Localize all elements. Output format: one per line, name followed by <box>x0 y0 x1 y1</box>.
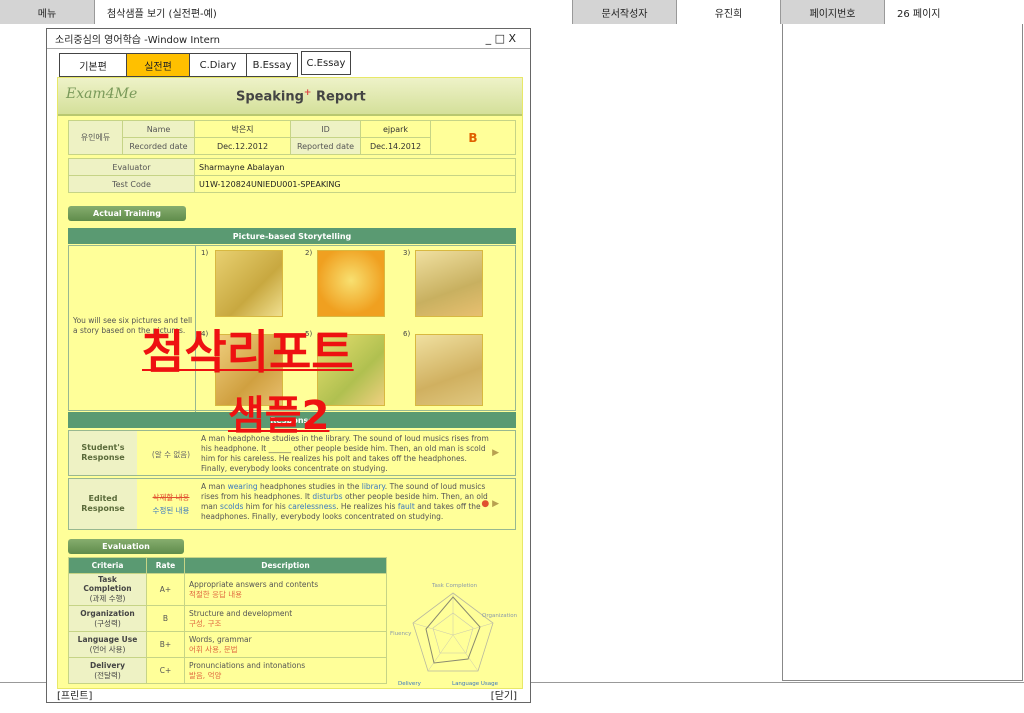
student-response-note: (알 수 없음) <box>151 450 191 459</box>
radar-label-fluency: Fluency <box>390 631 412 637</box>
print-button[interactable]: [프린트] <box>57 687 92 702</box>
recorded-date: Dec.12.2012 <box>194 137 291 155</box>
picture-2-music <box>317 250 385 317</box>
report-banner: Exam4Me Speaking+ Report <box>58 78 522 116</box>
name-label: Name <box>122 120 195 138</box>
evaluation-heading: Evaluation <box>68 539 184 554</box>
tab-practical[interactable]: 실전편 <box>126 53 190 77</box>
author-label: 문서작성자 <box>573 0 677 24</box>
id-label: ID <box>290 120 361 138</box>
deleted-note: 삭제할 내용 <box>152 493 190 502</box>
description-panel <box>782 24 1023 681</box>
picture-1-library <box>215 250 283 317</box>
student-id: ejpark <box>360 120 431 138</box>
student-name: 박은지 <box>194 120 291 138</box>
rate-header: Rate <box>146 557 185 574</box>
document-header: 메뉴 첨삭샘플 보기 (실전편-예) 문서작성자 유진희 페이지번호 26 페이… <box>0 0 1024 24</box>
criteria-header: Criteria <box>68 557 147 574</box>
edited-response-label: Edited Response <box>69 479 137 529</box>
evaluation-radar-chart: Task Completion Organization Language Us… <box>390 583 518 687</box>
radar-label-org: Organization <box>482 613 518 619</box>
edited-response-text: A man wearing headphones studies in the … <box>201 482 488 522</box>
reported-date-label: Reported date <box>290 137 361 155</box>
picture-number: 3) <box>403 249 411 257</box>
report-window: 소리중심의 영어학습 -Window Intern _ □ X 기본편 실전편 … <box>46 28 531 703</box>
window-controls[interactable]: _ □ X <box>486 32 516 45</box>
student-info-table: 유인에듀 Name 박은지 ID ejpark B Recorded date … <box>68 120 516 155</box>
evaluation-table: Criteria Rate Description Task Completio… <box>68 557 387 684</box>
watermark-line-1: 첨삭리포트 <box>142 325 354 379</box>
record-play-icon[interactable]: ● ▶ <box>481 499 499 509</box>
eval-row: Task Completion (과제 수행) A+ Appropriate an… <box>68 573 387 606</box>
storytelling-header: Picture-based Storytelling <box>68 228 516 244</box>
tab-bar: 기본편 실전편 C.Diary B.Essay C.Essay <box>59 51 351 77</box>
eval-row: Language Use (언어 사용) B+ Words, grammar 어휘 … <box>68 631 387 658</box>
window-footer: [프린트] [닫기] <box>57 687 517 702</box>
overall-grade: B <box>430 120 516 155</box>
page-number-value: 26 페이지 <box>885 0 1024 24</box>
tab-c-diary[interactable]: C.Diary <box>189 53 247 77</box>
reported-date: Dec.14.2012 <box>360 137 431 155</box>
exam4me-logo: Exam4Me <box>66 86 138 102</box>
tab-b-essay[interactable]: B.Essay <box>246 53 298 77</box>
description-header: Description <box>184 557 387 574</box>
picture-6-studying <box>415 334 483 406</box>
actual-training-heading: Actual Training <box>68 206 186 221</box>
window-title: 소리중심의 영어학습 -Window Intern <box>55 35 221 46</box>
picture-number: 6) <box>403 330 411 338</box>
recorded-date-label: Recorded date <box>122 137 195 155</box>
test-code-label: Test Code <box>68 175 195 193</box>
eval-row: Organization (구성력) B Structure and develo… <box>68 605 387 632</box>
corrected-note: 수정된 내용 <box>152 506 190 515</box>
evaluator-name: Sharmayne Abalayan <box>194 158 516 176</box>
close-button[interactable]: [닫기] <box>491 687 517 702</box>
report-title: Speaking+ Report <box>236 88 366 105</box>
eval-row: Delivery (전달력) C+ Pronunciations and into… <box>68 657 387 684</box>
radar-label-task: Task Completion <box>431 583 478 589</box>
evaluator-label: Evaluator <box>68 158 195 176</box>
page-title: 첨삭샘플 보기 (실전편-예) <box>95 0 573 24</box>
tab-basic[interactable]: 기본편 <box>59 53 127 77</box>
org-name: 유인에듀 <box>68 120 123 155</box>
evaluator-table: Evaluator Sharmayne Abalayan Test Code U… <box>68 158 516 193</box>
tab-c-essay[interactable]: C.Essay <box>301 51 351 75</box>
watermark-line-2: 샘플2 <box>228 393 330 439</box>
author-name: 유진희 <box>677 0 781 24</box>
test-code: U1W-120824UNIEDU001-SPEAKING <box>194 175 516 193</box>
student-response-label: Student's Response <box>69 431 137 475</box>
play-icon[interactable]: ▶ <box>492 448 499 458</box>
menu-label: 메뉴 <box>0 0 95 24</box>
window-titlebar: 소리중심의 영어학습 -Window Intern _ □ X <box>47 29 530 49</box>
picture-number: 1) <box>201 249 209 257</box>
picture-number: 2) <box>305 249 313 257</box>
page-number-label: 페이지번호 <box>781 0 885 24</box>
speaking-report-sheet: Exam4Me Speaking+ Report 유인에듀 Name 박은지 I… <box>57 77 523 689</box>
edited-response-row: Edited Response 삭제할 내용 수정된 내용 A man wear… <box>68 478 516 530</box>
picture-3-students <box>415 250 483 317</box>
